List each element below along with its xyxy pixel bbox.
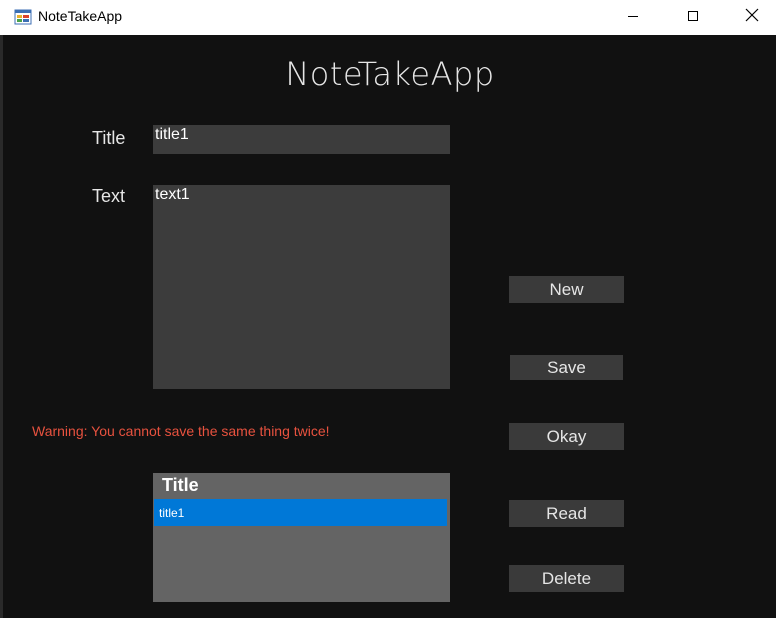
warning-message: Warning: You cannot save the same thing … <box>32 423 330 439</box>
minimize-button[interactable] <box>610 0 656 35</box>
save-button[interactable]: Save <box>510 355 623 380</box>
read-button[interactable]: Read <box>509 500 624 527</box>
title-label: Title <box>92 128 126 148</box>
app-heading: NoteTakeApp <box>285 55 495 93</box>
app-window: NoteTakeApp NoteTakeApp Title title1 Tex… <box>0 0 776 618</box>
app-icon <box>14 8 32 26</box>
delete-button[interactable]: Delete <box>509 565 624 592</box>
new-button[interactable]: New <box>509 276 624 303</box>
list-column-header[interactable]: Title <box>162 475 199 496</box>
list-item-title: title1 <box>159 506 185 520</box>
maximize-button[interactable] <box>670 0 716 35</box>
window-left-border <box>0 35 3 618</box>
title-bar[interactable]: NoteTakeApp <box>0 0 776 35</box>
list-item[interactable]: title1 <box>154 499 447 526</box>
close-button[interactable] <box>729 0 775 35</box>
text-area[interactable] <box>153 185 450 389</box>
maximize-icon <box>687 9 699 27</box>
window-title: NoteTakeApp <box>38 8 123 24</box>
text-label: Text <box>92 186 126 206</box>
close-icon <box>745 8 759 27</box>
minimize-icon <box>627 9 639 27</box>
title-input[interactable] <box>153 125 450 154</box>
notes-list[interactable]: Title title1 <box>153 473 450 602</box>
okay-button[interactable]: Okay <box>509 423 624 450</box>
